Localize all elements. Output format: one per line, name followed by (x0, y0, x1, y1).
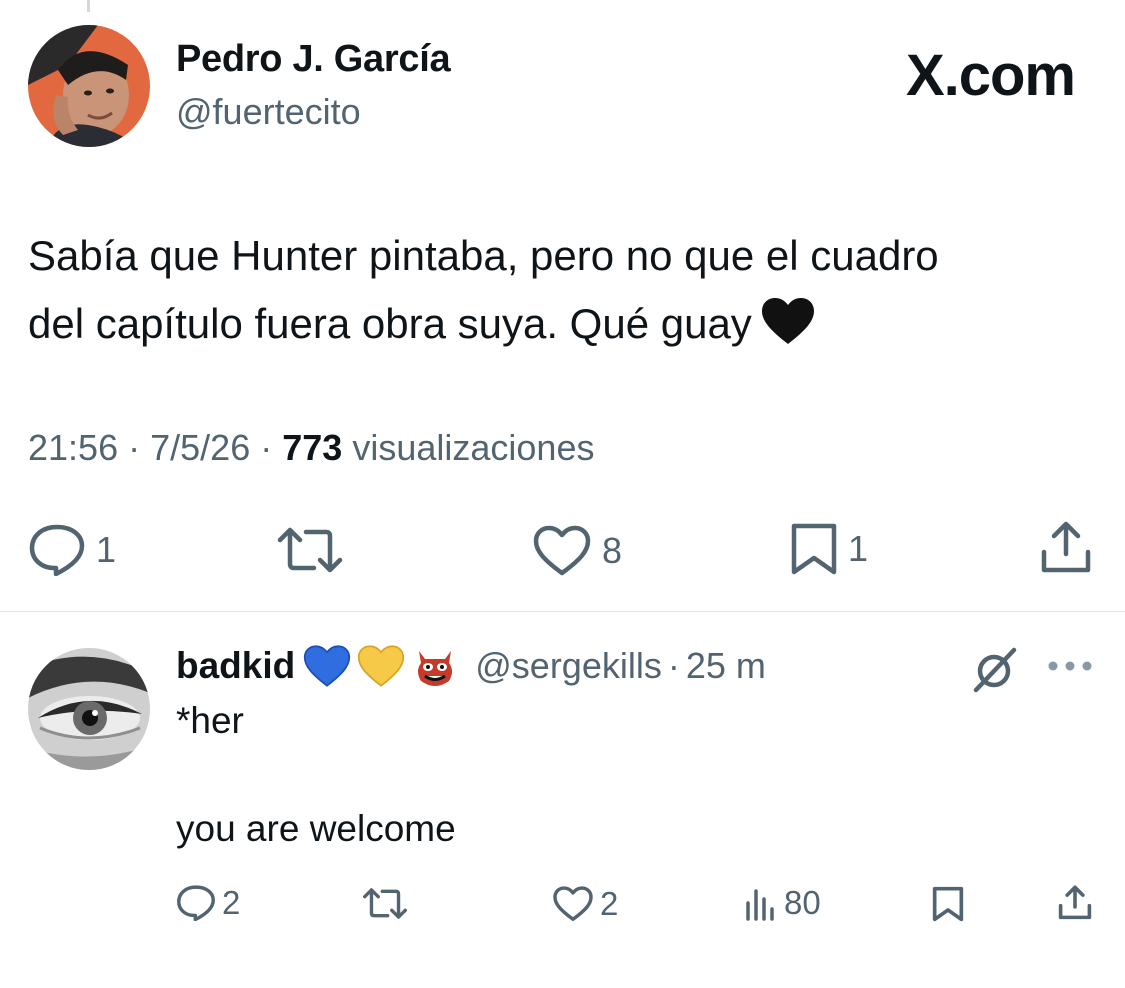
bookmark-button[interactable]: 1 (790, 522, 868, 576)
reply-like-button[interactable]: 2 (552, 885, 618, 923)
tweet-divider (0, 611, 1125, 612)
reply-header: badkid @sergekills · 25 m (176, 638, 766, 694)
tweet-text-line: del capítulo fuera obra suya. Qué guay (28, 290, 1098, 358)
meta-separator: · (260, 427, 273, 468)
like-button[interactable]: 8 (532, 525, 622, 577)
reply-reply-button[interactable]: 2 (176, 884, 240, 922)
share-icon (1058, 885, 1092, 920)
views-icon (746, 889, 774, 921)
tweet-time[interactable]: 21:56 (28, 427, 118, 468)
like-count: 8 (602, 530, 623, 571)
like-icon (553, 886, 593, 921)
repost-icon (277, 527, 343, 573)
ogre-mask-emoji (411, 643, 459, 689)
reply-reply-count: 2 (222, 884, 241, 921)
repost-button[interactable] (276, 526, 344, 574)
bookmark-count: 1 (848, 528, 869, 569)
reply-icon (177, 885, 215, 921)
reply-repost-button[interactable] (362, 887, 408, 920)
tweet-text: Sabía que Hunter pintaba, pero no que el… (28, 222, 1098, 358)
reply-count: 1 (96, 529, 117, 570)
reply-text-line: you are welcome (176, 808, 456, 849)
grok-icon[interactable] (970, 644, 1020, 699)
like-icon (533, 525, 591, 576)
reply-text-line: *her (176, 700, 244, 741)
brand-logo: X.com (905, 43, 1076, 108)
author-name[interactable]: Pedro J. García (176, 38, 451, 81)
reply-like-count: 2 (600, 885, 619, 922)
reply-icon (29, 524, 85, 576)
reply-author-handle[interactable]: @sergekills (475, 645, 662, 687)
reply-author-name[interactable]: badkid (176, 645, 295, 687)
share-icon (1041, 521, 1091, 573)
reply-views-count: 80 (784, 884, 821, 921)
author-avatar[interactable] (28, 25, 150, 147)
views-label: visualizaciones (352, 427, 595, 468)
reply-author-avatar[interactable] (28, 648, 150, 770)
reply-button[interactable]: 1 (28, 524, 116, 576)
yellow-heart-emoji (357, 643, 405, 689)
author-handle[interactable]: @fuertecito (176, 91, 361, 133)
tweet-date[interactable]: 7/5/26 (150, 427, 250, 468)
reply-bookmark-button[interactable] (932, 886, 964, 922)
tweet-text-line-content: del capítulo fuera obra suya. Qué guay (28, 300, 752, 347)
bookmark-icon (791, 523, 837, 575)
reply-time[interactable]: 25 m (686, 645, 766, 687)
repost-icon (363, 888, 407, 919)
bookmark-icon (932, 886, 964, 922)
reply-views-button[interactable]: 80 (744, 884, 821, 922)
black-heart-emoji (760, 296, 816, 346)
tweet-text-line: Sabía que Hunter pintaba, pero no que el… (28, 232, 939, 279)
share-button[interactable] (1040, 520, 1092, 576)
tweet-meta: 21:56 · 7/5/26 · 773 visualizaciones (28, 427, 594, 469)
blue-heart-emoji (303, 643, 351, 689)
more-icon[interactable] (1046, 655, 1094, 682)
reply-separator: · (667, 645, 680, 686)
reply-share-button[interactable] (1058, 884, 1092, 922)
meta-separator: · (128, 427, 141, 468)
views-count: 773 (282, 427, 343, 468)
thread-connector-line (87, 0, 90, 12)
